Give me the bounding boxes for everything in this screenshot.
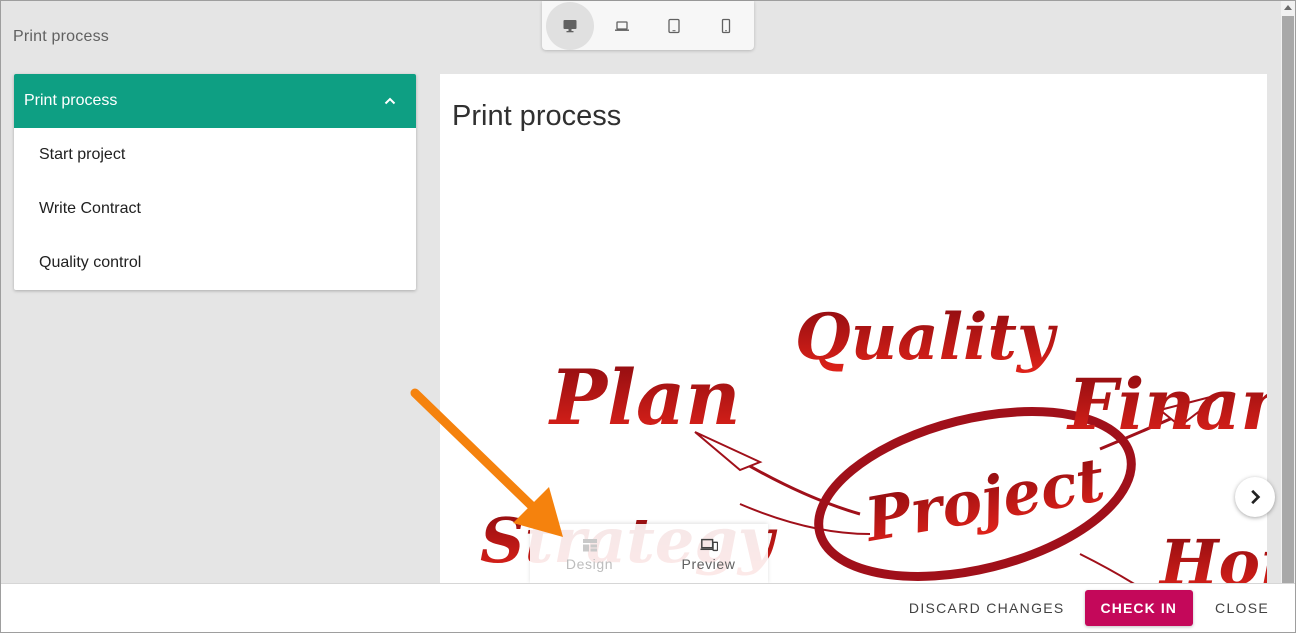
nav-item-label: Quality control [39, 254, 142, 271]
laptop-view-button[interactable] [598, 2, 646, 50]
nav-header-label: Print process [24, 92, 118, 109]
nav-item-start-project[interactable]: Start project [14, 128, 416, 182]
nav-header-print-process[interactable]: Print process [14, 74, 416, 128]
design-mode-button[interactable]: Design [530, 524, 649, 584]
close-button[interactable]: CLOSE [1203, 600, 1281, 616]
chevron-up-icon [384, 97, 396, 105]
scroll-up-icon[interactable] [1284, 5, 1292, 10]
page-title: Print process [13, 28, 109, 45]
discard-changes-button[interactable]: DISCARD CHANGES [897, 600, 1077, 616]
design-mode-label: Design [565, 556, 614, 572]
vertical-scrollbar[interactable] [1281, 1, 1295, 583]
phone-icon [721, 18, 731, 33]
phone-view-button[interactable] [702, 2, 750, 50]
design-grid-icon [582, 539, 597, 552]
nav-item-label: Write Contract [39, 200, 141, 217]
nav-item-quality-control[interactable]: Quality control [14, 236, 416, 290]
content-title: Print process [452, 100, 622, 132]
mindmap-word-quality: Quality [795, 300, 1058, 375]
process-navigation: Print process Start project Write Contra… [14, 74, 416, 290]
check-in-button[interactable]: CHECK IN [1084, 590, 1194, 626]
nav-item-label: Start project [39, 146, 126, 163]
tablet-view-button[interactable] [650, 2, 698, 50]
mindmap-word-plan: Plan [548, 353, 741, 442]
device-preview-toolbar [542, 1, 754, 50]
next-slide-button[interactable] [1235, 477, 1275, 517]
footer-action-bar: DISCARD CHANGES CHECK IN CLOSE [1, 583, 1295, 632]
scrollbar-thumb[interactable] [1282, 16, 1294, 583]
laptop-icon [615, 20, 629, 31]
mindmap-word-hon: Hon [1158, 526, 1267, 583]
chevron-right-icon [1251, 489, 1261, 505]
nav-item-write-contract[interactable]: Write Contract [14, 182, 416, 236]
preview-mode-label: Preview [681, 556, 736, 572]
devices-icon [699, 538, 718, 552]
mode-switch: Design Preview [530, 524, 768, 584]
mindmap-word-finance: Finan [1066, 363, 1267, 446]
preview-mode-button[interactable]: Preview [649, 524, 768, 584]
tablet-icon [668, 18, 680, 33]
content-preview: Print process Quality Plan Finan Strateg… [440, 74, 1267, 583]
desktop-icon [563, 19, 577, 32]
desktop-view-button[interactable] [546, 1, 594, 50]
